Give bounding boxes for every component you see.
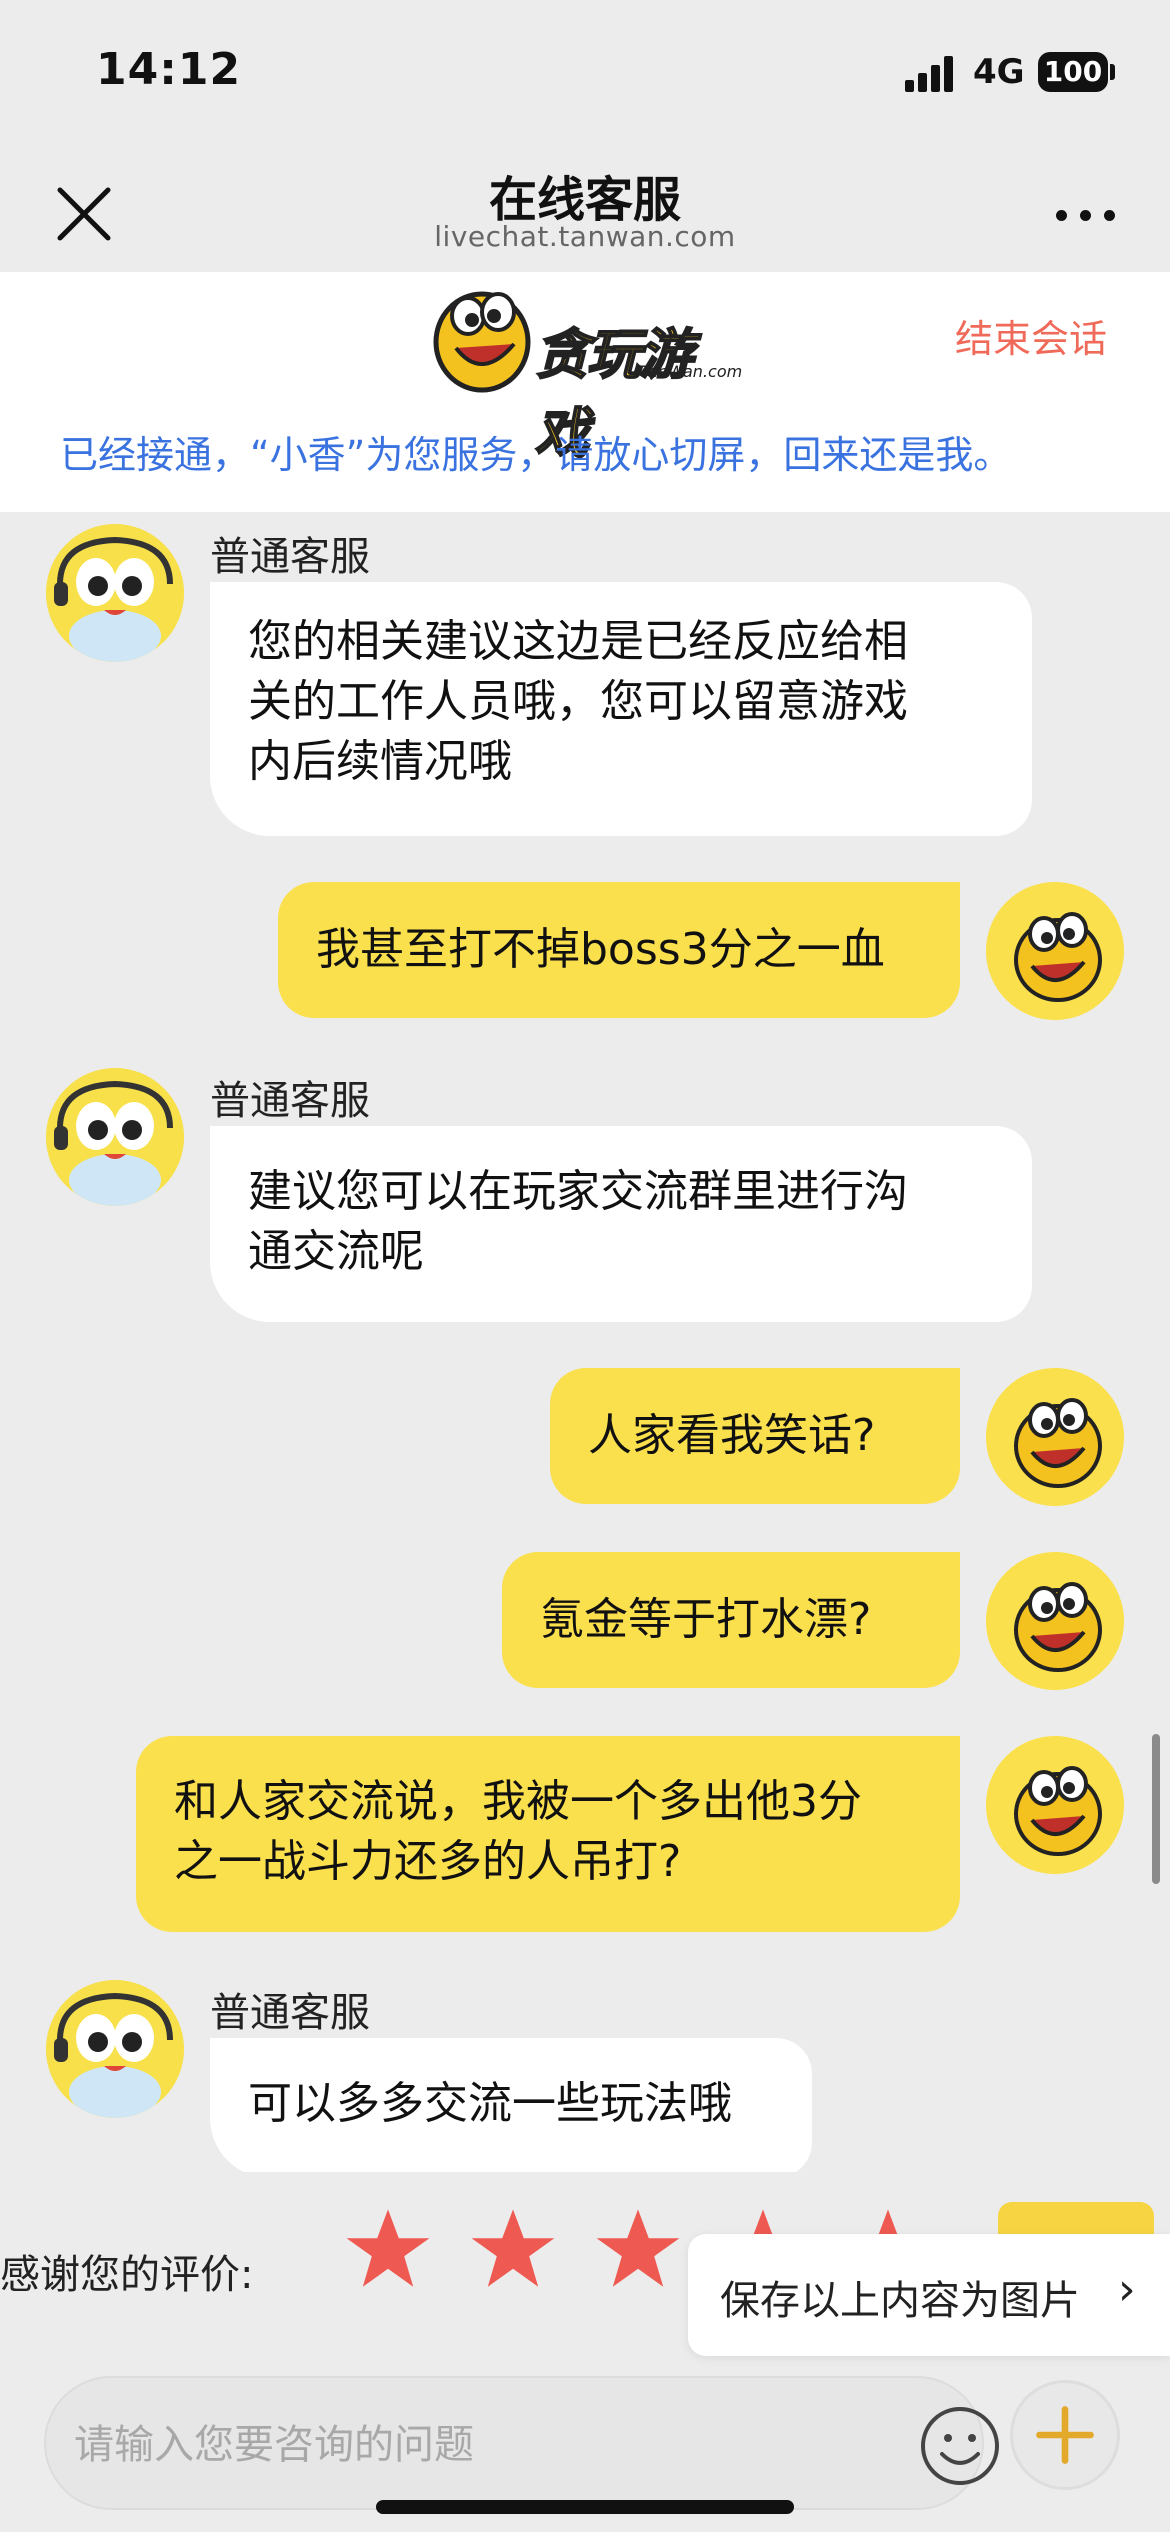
agent-avatar-icon	[46, 1068, 184, 1206]
input-bar	[0, 2372, 1170, 2532]
star-icon[interactable]	[343, 2204, 433, 2294]
save-as-image-popup[interactable]: 保存以上内容为图片 ›	[688, 2234, 1170, 2356]
star-icon[interactable]	[593, 2204, 683, 2294]
agent-message: 建议您可以在玩家交流群里进行沟 通交流呢	[210, 1126, 1032, 1322]
tanwan-logo: 贪玩游戏 TanWan.com	[430, 278, 743, 466]
user-avatar-icon	[986, 1736, 1124, 1874]
message-line: 可以多多交流一些玩法哦	[248, 2078, 732, 2129]
sender-name: 普通客服	[210, 1078, 370, 1124]
message-input[interactable]	[74, 2410, 874, 2480]
message-line: 通交流呢	[248, 1226, 424, 1277]
agent-avatar-icon	[46, 1980, 184, 2118]
plus-icon[interactable]	[1010, 2380, 1120, 2490]
user-message: 氪金等于打水漂?	[502, 1552, 960, 1688]
agent-message: 您的相关建议这边是已经反应给相 关的工作人员哦，您可以留意游戏 内后续情况哦	[210, 582, 1032, 836]
rating-label: 感谢您的评价:	[0, 2252, 254, 2298]
user-avatar-icon	[986, 1368, 1124, 1506]
user-message: 和人家交流说，我被一个多出他3分 之一战斗力还多的人吊打?	[136, 1736, 960, 1932]
chevron-right-icon: ›	[1118, 2264, 1136, 2315]
page-url: livechat.tanwan.com	[434, 220, 736, 253]
battery-tip	[1110, 64, 1115, 80]
network-label: 4G	[973, 52, 1025, 92]
message-line: 氪金等于打水漂?	[540, 1594, 872, 1645]
chat-header-panel: 贪玩游戏 TanWan.com 结束会话 已经接通，“小香”为您服务，请放心切屏…	[0, 272, 1170, 512]
message-line: 人家看我笑话?	[588, 1410, 876, 1461]
user-message: 人家看我笑话?	[550, 1368, 960, 1504]
message-line: 建议您可以在玩家交流群里进行沟	[248, 1166, 908, 1217]
save-as-image-label: 保存以上内容为图片	[720, 2278, 1080, 2324]
user-message: 我甚至打不掉boss3分之一血	[278, 882, 960, 1018]
sender-name: 普通客服	[210, 1990, 370, 2036]
message-line: 您的相关建议这边是已经反应给相	[248, 616, 908, 667]
user-avatar-icon	[986, 1552, 1124, 1690]
rating-bar: 感谢您的评价: 保存以上内容为图片 ›	[0, 2172, 1170, 2372]
status-time: 14:12	[96, 44, 242, 95]
battery-icon: 100	[1038, 52, 1108, 92]
nav-bar: 在线客服 livechat.tanwan.com	[0, 140, 1170, 272]
status-bar: 14:12 4G 100	[0, 0, 1170, 140]
agent-message: 可以多多交流一些玩法哦	[210, 2038, 812, 2172]
logo-subtext: TanWan.com	[640, 362, 743, 381]
message-line: 我甚至打不掉boss3分之一血	[316, 924, 885, 975]
message-line: 关的工作人员哦，您可以留意游戏	[248, 676, 908, 727]
message-input-box	[44, 2376, 999, 2510]
sender-name: 普通客服	[210, 534, 370, 580]
home-indicator	[376, 2500, 794, 2514]
chat-messages: 普通客服 您的相关建议这边是已经反应给相 关的工作人员哦，您可以留意游戏 内后续…	[0, 512, 1170, 2172]
end-session-button[interactable]: 结束会话	[955, 308, 1107, 363]
message-line: 内后续情况哦	[248, 736, 512, 787]
chat-scrollbar[interactable]	[1152, 1734, 1160, 1884]
signal-icon	[905, 56, 957, 92]
star-icon[interactable]	[468, 2204, 558, 2294]
user-avatar-icon	[986, 882, 1124, 1020]
connection-notice: 已经接通，“小香”为您服务，请放心切屏，回来还是我。	[60, 433, 1012, 477]
agent-avatar-icon	[46, 524, 184, 662]
more-icon[interactable]	[1050, 200, 1120, 230]
message-line: 之一战斗力还多的人吊打?	[174, 1836, 682, 1887]
logo-mascot-icon	[433, 291, 531, 393]
emoji-icon[interactable]	[918, 2404, 1002, 2488]
message-line: 和人家交流说，我被一个多出他3分	[174, 1776, 862, 1827]
